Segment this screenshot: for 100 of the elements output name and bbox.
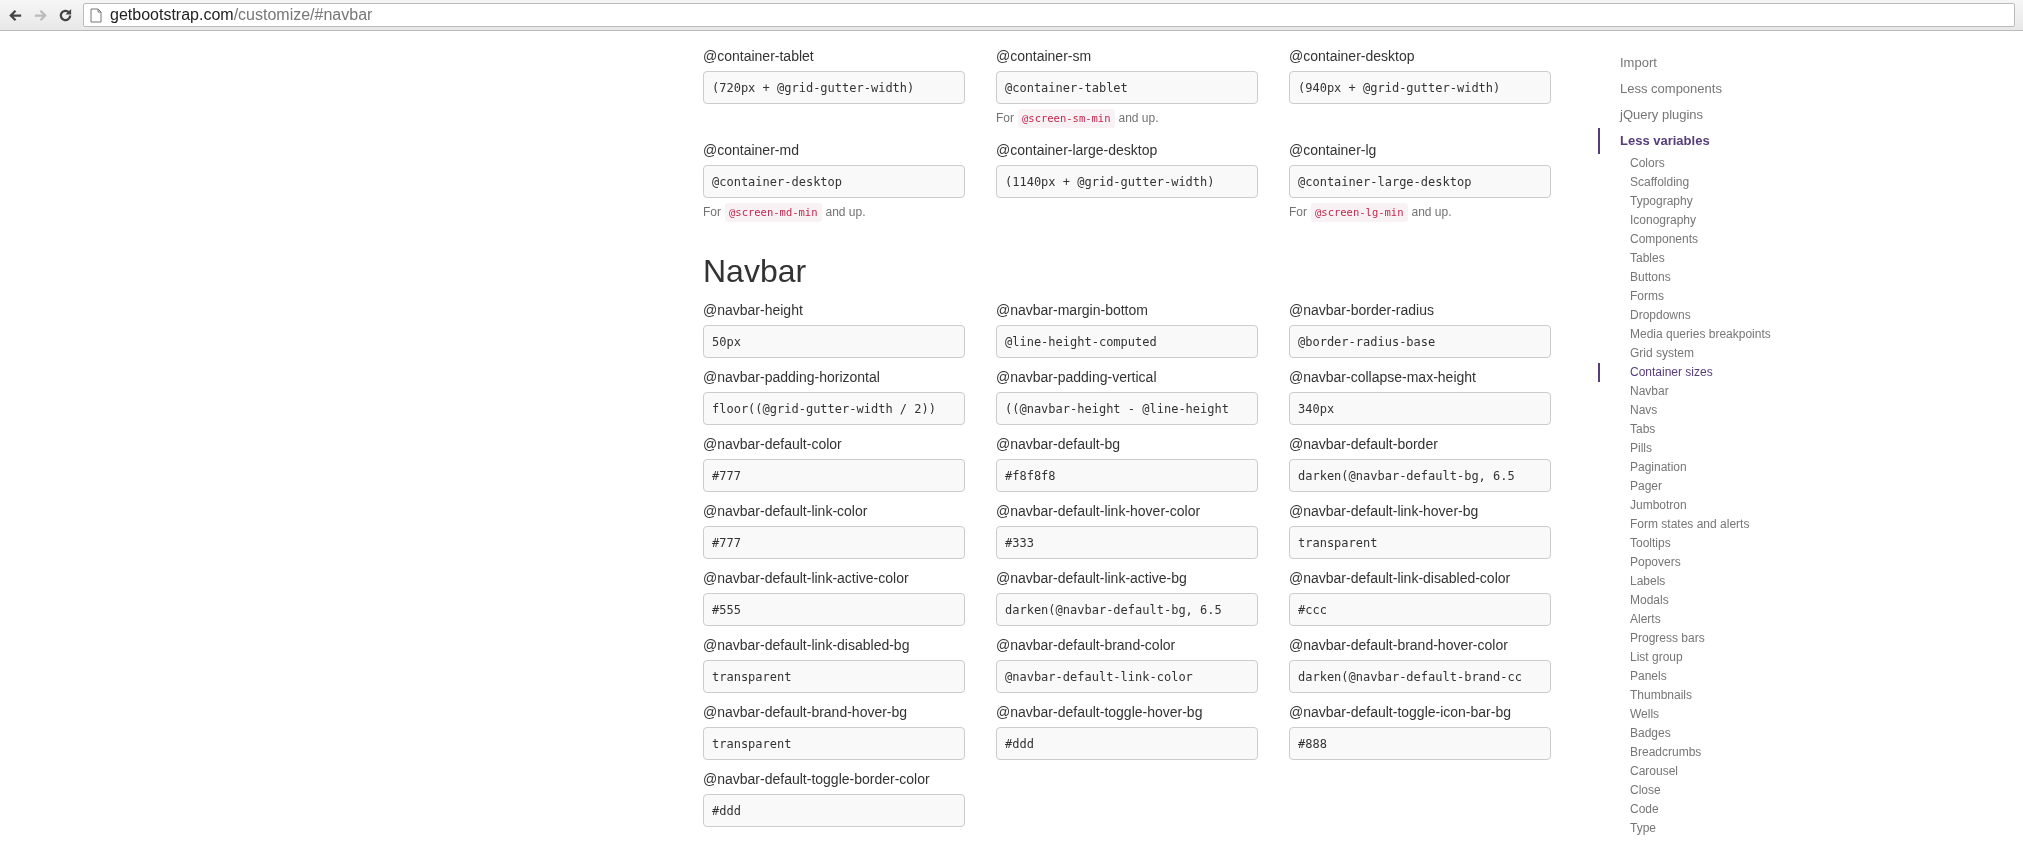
input-field[interactable]: #888 <box>1289 727 1551 760</box>
sidebar-subitem[interactable]: Tooltips <box>1598 534 1801 553</box>
input-field[interactable]: (1140px + @grid-gutter-width) <box>996 165 1258 198</box>
sidebar-subitem[interactable]: Form states and alerts <box>1598 515 1801 534</box>
variable-label: @navbar-default-toggle-icon-bar-bg <box>1289 703 1511 722</box>
sidebar-subitem[interactable]: Jumbotron <box>1598 496 1801 515</box>
sidebar-item[interactable]: Less variables <box>1598 128 1801 154</box>
input-field[interactable]: #555 <box>703 593 965 626</box>
input-field[interactable]: #ddd <box>996 727 1258 760</box>
input-field[interactable]: 50px <box>703 325 965 358</box>
code-snippet: @screen-sm-min <box>1018 109 1115 128</box>
sidebar-subitem[interactable]: Type <box>1598 819 1801 838</box>
sidebar-subitem[interactable]: Buttons <box>1598 268 1801 287</box>
help-text: For <box>996 110 1014 127</box>
sidebar-subitem[interactable]: Labels <box>1598 572 1801 591</box>
variable-label: @navbar-default-brand-color <box>996 636 1176 655</box>
sidebar-subitem[interactable]: Container sizes <box>1598 363 1801 382</box>
input-field[interactable]: floor((@grid-gutter-width / 2)) <box>703 392 965 425</box>
sidebar-subitem[interactable]: Tabs <box>1598 420 1801 439</box>
sidebar-subitem[interactable]: Iconography <box>1598 211 1801 230</box>
input-field[interactable]: darken(@navbar-default-bg, 6.5 <box>1289 459 1551 492</box>
input-field[interactable]: darken(@navbar-default-bg, 6.5 <box>996 593 1258 626</box>
variable-label: @navbar-default-bg <box>996 435 1120 454</box>
input-field[interactable]: @container-desktop <box>703 165 965 198</box>
sidebar-subitem[interactable]: Pagination <box>1598 458 1801 477</box>
sidebar-subitem[interactable]: Pager <box>1598 477 1801 496</box>
input-field[interactable]: 340px <box>1289 392 1551 425</box>
input-field[interactable]: @container-large-desktop <box>1289 165 1551 198</box>
sidebar-subitem[interactable]: Navbar <box>1598 382 1801 401</box>
sidebar-subitem[interactable]: Carousel <box>1598 762 1801 781</box>
url-host: getbootstrap.com <box>110 6 234 24</box>
variable-label: @container-md <box>703 141 799 160</box>
sidebar-subitem[interactable]: Media queries breakpoints <box>1598 325 1801 344</box>
sidebar-subitem[interactable]: Thumbnails <box>1598 686 1801 705</box>
sidebar-subitem[interactable]: Grid system <box>1598 344 1801 363</box>
variable-label: @navbar-default-border <box>1289 435 1438 454</box>
input-field[interactable]: (720px + @grid-gutter-width) <box>703 71 965 104</box>
sidebar-subitem[interactable]: Badges <box>1598 724 1801 743</box>
sidebar-subitem[interactable]: Scaffolding <box>1598 173 1801 192</box>
address-bar[interactable]: getbootstrap.com/customize/#navbar <box>83 3 2015 27</box>
variable-label: @navbar-default-link-active-bg <box>996 569 1187 588</box>
variable-label: @navbar-default-brand-hover-color <box>1289 636 1508 655</box>
input-field[interactable]: transparent <box>1289 526 1551 559</box>
sidebar-subitem[interactable]: Pills <box>1598 439 1801 458</box>
input-field[interactable]: #333 <box>996 526 1258 559</box>
input-field[interactable]: (940px + @grid-gutter-width) <box>1289 71 1551 104</box>
help-text: and up. <box>1411 204 1452 221</box>
input-field[interactable]: transparent <box>703 727 965 760</box>
variable-label: @navbar-padding-horizontal <box>703 368 880 387</box>
variable-label: @navbar-default-link-color <box>703 502 868 521</box>
help-text: and up. <box>825 204 866 221</box>
input-field[interactable]: #777 <box>703 459 965 492</box>
sidebar-subitem[interactable]: Forms <box>1598 287 1801 306</box>
sidebar-subitem[interactable]: Typography <box>1598 192 1801 211</box>
sidebar-subitem[interactable]: Colors <box>1598 154 1801 173</box>
variable-label: @navbar-default-link-active-color <box>703 569 909 588</box>
input-field[interactable]: #f8f8f8 <box>996 459 1258 492</box>
variable-label: @navbar-default-link-hover-color <box>996 502 1201 521</box>
sidebar-subitem[interactable]: Wells <box>1598 705 1801 724</box>
sidebar-item[interactable]: jQuery plugins <box>1598 102 1801 128</box>
variable-label: @navbar-margin-bottom <box>996 301 1148 320</box>
help-text: For <box>1289 204 1307 221</box>
sidebar-subitem[interactable]: Alerts <box>1598 610 1801 629</box>
help-text: and up. <box>1118 110 1159 127</box>
sidebar-item[interactable]: Less components <box>1598 76 1801 102</box>
variable-label: @container-sm <box>996 47 1092 66</box>
reload-icon[interactable] <box>58 7 73 23</box>
variable-label: @container-tablet <box>703 47 814 66</box>
input-field[interactable]: #ccc <box>1289 593 1551 626</box>
sidebar-subitem[interactable]: Breadcrumbs <box>1598 743 1801 762</box>
sidebar-subitem[interactable]: Dropdowns <box>1598 306 1801 325</box>
variable-label: @container-large-desktop <box>996 141 1158 160</box>
sidebar-subitem[interactable]: Progress bars <box>1598 629 1801 648</box>
sidebar-item[interactable]: Import <box>1598 50 1801 76</box>
input-field[interactable]: ((@navbar-height - @line-height <box>996 392 1258 425</box>
sidebar-subitem[interactable]: Panels <box>1598 667 1801 686</box>
variable-label: @navbar-default-toggle-hover-bg <box>996 703 1203 722</box>
back-arrow-icon[interactable] <box>8 7 23 23</box>
input-field[interactable]: @line-height-computed <box>996 325 1258 358</box>
sidebar-subitem[interactable]: Components <box>1598 230 1801 249</box>
sidebar-subitem[interactable]: Popovers <box>1598 553 1801 572</box>
variable-label: @navbar-default-link-disabled-bg <box>703 636 910 655</box>
variable-label: @navbar-default-link-hover-bg <box>1289 502 1479 521</box>
sidebar-subitem[interactable]: Tables <box>1598 249 1801 268</box>
input-field[interactable]: @navbar-default-link-color <box>996 660 1258 693</box>
input-field[interactable]: @container-tablet <box>996 71 1258 104</box>
input-field[interactable]: #ddd <box>703 794 965 827</box>
sidebar-subitem[interactable]: Modals <box>1598 591 1801 610</box>
input-field[interactable]: transparent <box>703 660 965 693</box>
variable-label: @navbar-collapse-max-height <box>1289 368 1476 387</box>
input-field[interactable]: darken(@navbar-default-brand-cc <box>1289 660 1551 693</box>
sidebar-subitem[interactable]: Navs <box>1598 401 1801 420</box>
variable-label: @container-desktop <box>1289 47 1415 66</box>
sidebar-subitem[interactable]: Close <box>1598 781 1801 800</box>
variable-label: @navbar-height <box>703 301 803 320</box>
sidebar-subitem[interactable]: Code <box>1598 800 1801 819</box>
variable-label: @navbar-border-radius <box>1289 301 1434 320</box>
input-field[interactable]: #777 <box>703 526 965 559</box>
input-field[interactable]: @border-radius-base <box>1289 325 1551 358</box>
sidebar-subitem[interactable]: List group <box>1598 648 1801 667</box>
